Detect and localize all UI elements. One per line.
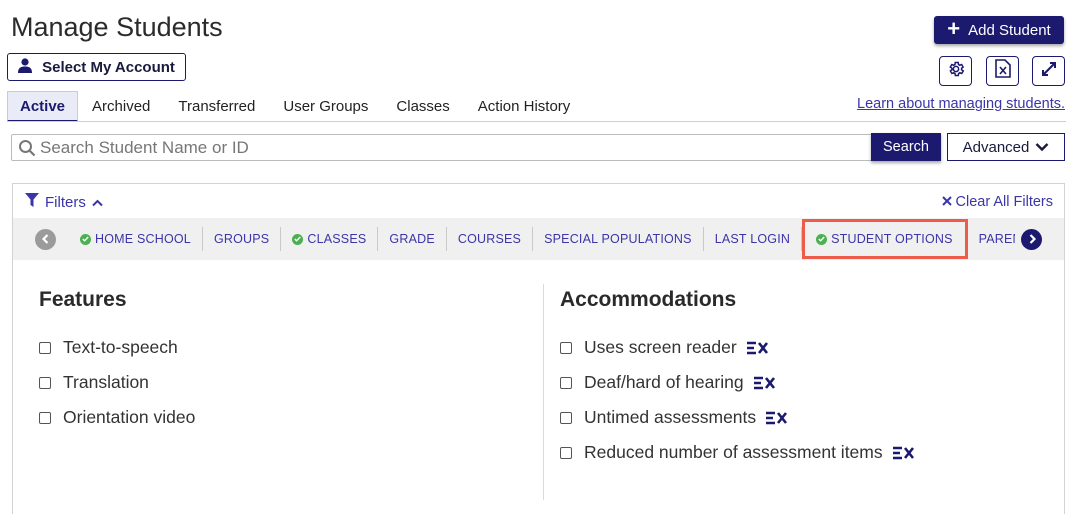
filter-chip-label: GROUPS	[213, 232, 270, 246]
accommodation-option[interactable]: Uses screen reader	[560, 330, 916, 365]
check-circle-icon	[292, 233, 304, 245]
tab-bar: Active Archived Transferred User Groups …	[7, 91, 584, 122]
tab-user-groups[interactable]: User Groups	[269, 91, 382, 122]
accommodations-title: Accommodations	[560, 288, 737, 311]
select-my-account-button[interactable]: Select My Account	[7, 53, 186, 81]
feature-option[interactable]: Translation	[39, 365, 195, 400]
filter-chip-courses[interactable]: COURSES	[447, 227, 534, 251]
scroll-left-button[interactable]	[35, 229, 56, 250]
search-button[interactable]: Search	[871, 133, 941, 161]
search-icon	[18, 139, 36, 157]
filter-chip-label: HOME SCHOOL	[95, 232, 191, 246]
filter-chip-last-login[interactable]: LAST LOGIN	[704, 227, 803, 251]
user-icon	[18, 57, 33, 77]
clear-all-filters-label: Clear All Filters	[955, 194, 1054, 210]
chevron-right-icon	[1027, 231, 1037, 249]
filter-chip-grade[interactable]: GRADE	[378, 227, 447, 251]
checkbox[interactable]	[39, 376, 51, 389]
search-box	[11, 134, 941, 161]
filter-panel: Filters Clear All Filters HOME SCHOOL GR…	[12, 183, 1065, 514]
expand-icon	[1041, 61, 1057, 82]
settings-button[interactable]	[939, 56, 972, 86]
export-excel-button[interactable]	[986, 56, 1019, 86]
filter-chip-groups[interactable]: GROUPS	[203, 227, 282, 251]
accommodation-option[interactable]: Reduced number of assessment items	[560, 435, 916, 470]
ex-logo-icon	[892, 446, 916, 460]
plus-icon: +	[947, 16, 961, 41]
filters-toggle[interactable]: Filters	[25, 193, 103, 212]
feature-label: Translation	[63, 372, 149, 392]
funnel-icon	[25, 193, 39, 212]
ex-logo-icon	[765, 411, 789, 425]
feature-label: Orientation video	[63, 407, 196, 427]
chevron-left-icon	[41, 231, 51, 249]
accommodation-label: Untimed assessments	[584, 407, 757, 427]
features-section: Features Text-to-speech Translation Orie…	[39, 288, 195, 435]
checkbox[interactable]	[560, 411, 572, 424]
filter-chip-special-populations[interactable]: SPECIAL POPULATIONS	[533, 227, 704, 251]
tab-archived[interactable]: Archived	[78, 91, 164, 122]
accommodation-label: Reduced number of assessment items	[584, 442, 883, 462]
checkbox[interactable]	[39, 341, 51, 354]
chevron-up-icon	[92, 194, 103, 211]
tab-action-history[interactable]: Action History	[464, 91, 585, 122]
column-divider	[543, 284, 544, 500]
tab-active[interactable]: Active	[7, 91, 79, 122]
feature-label: Text-to-speech	[63, 337, 178, 357]
accommodation-label: Deaf/hard of hearing	[584, 372, 744, 392]
page-title: Manage Students	[11, 12, 223, 42]
tab-transferred[interactable]: Transferred	[164, 91, 269, 122]
filters-label: Filters	[45, 194, 86, 211]
chevron-down-icon	[1035, 139, 1049, 156]
filter-chip-home-school[interactable]: HOME SCHOOL	[69, 227, 203, 251]
excel-export-icon	[994, 59, 1011, 83]
filter-category-bar: HOME SCHOOL GROUPS CLASSES GRADE COURSES…	[13, 218, 1064, 260]
ex-logo-icon	[746, 341, 770, 355]
expand-button[interactable]	[1032, 56, 1065, 86]
checkbox[interactable]	[39, 411, 51, 424]
scroll-right-button[interactable]	[1021, 229, 1042, 250]
advanced-label: Advanced	[962, 138, 1030, 156]
filter-chip-parent-guardian[interactable]: PARENT/GUARDIAN	[968, 227, 1015, 251]
filter-chip-label: PARENT/GUARDIAN	[978, 232, 1015, 246]
filter-chip-label: CLASSES	[307, 232, 367, 246]
close-icon	[941, 194, 952, 210]
feature-option[interactable]: Text-to-speech	[39, 330, 195, 365]
filter-chip-label: SPECIAL POPULATIONS	[544, 232, 692, 246]
features-title: Features	[39, 288, 127, 311]
select-my-account-label: Select My Account	[42, 58, 175, 76]
filter-chip-classes[interactable]: CLASSES	[281, 227, 379, 251]
checkbox[interactable]	[560, 341, 572, 354]
feature-option[interactable]: Orientation video	[39, 400, 195, 435]
tab-divider	[7, 121, 1066, 122]
filter-chip-label: STUDENT OPTIONS	[831, 232, 953, 246]
checkbox[interactable]	[560, 446, 572, 459]
gear-icon	[947, 60, 965, 83]
filter-chip-label: LAST LOGIN	[714, 232, 791, 246]
filter-chip-student-options[interactable]: STUDENT OPTIONS	[802, 219, 968, 259]
ex-logo-icon	[753, 376, 777, 390]
accommodations-section: Accommodations Uses screen reader Deaf/h…	[560, 288, 916, 470]
clear-all-filters-button[interactable]: Clear All Filters	[941, 194, 1054, 210]
advanced-button[interactable]: Advanced	[947, 133, 1065, 161]
add-student-label: Add Student	[968, 21, 1051, 39]
accommodation-label: Uses screen reader	[584, 337, 737, 357]
checkbox[interactable]	[560, 376, 572, 389]
add-student-button[interactable]: + Add Student	[934, 16, 1064, 44]
search-input[interactable]	[36, 137, 876, 158]
filter-chip-row: HOME SCHOOL GROUPS CLASSES GRADE COURSES…	[69, 218, 1015, 260]
filter-chip-label: COURSES	[457, 232, 522, 246]
check-circle-icon	[80, 233, 91, 245]
check-circle-icon	[816, 233, 828, 245]
tab-classes[interactable]: Classes	[382, 91, 463, 122]
accommodation-option[interactable]: Deaf/hard of hearing	[560, 365, 916, 400]
learn-about-managing-link[interactable]: Learn about managing students.	[857, 96, 1065, 112]
filter-chip-label: GRADE	[389, 232, 435, 246]
accommodation-option[interactable]: Untimed assessments	[560, 400, 916, 435]
